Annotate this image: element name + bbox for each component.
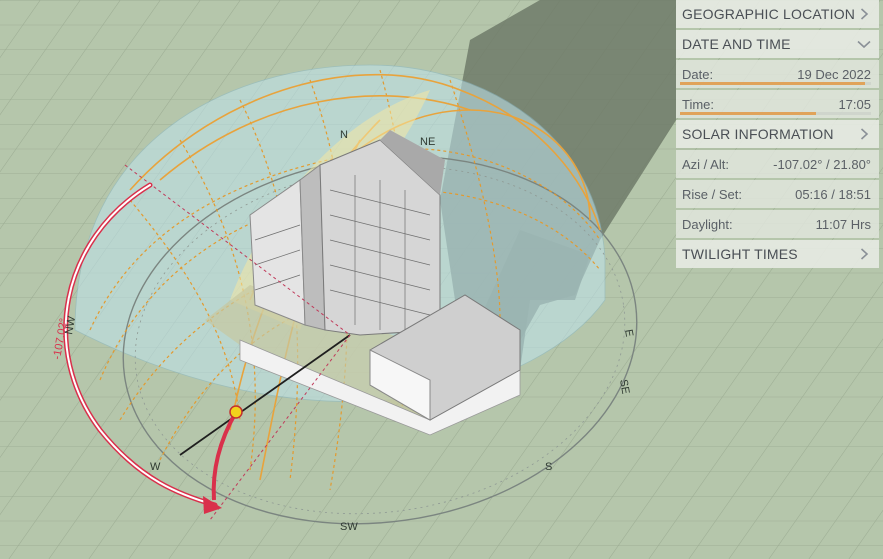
date-and-time-title: DATE AND TIME	[682, 36, 791, 52]
time-value: 17:05	[838, 96, 871, 112]
time-slider[interactable]	[680, 112, 871, 115]
twilight-times-title: TWILIGHT TIMES	[682, 246, 798, 262]
direction-label-ne: NE	[420, 136, 435, 148]
date-slider[interactable]	[680, 82, 871, 85]
twilight-times-header[interactable]: TWILIGHT TIMES	[676, 240, 879, 268]
daylight-label: Daylight:	[682, 216, 733, 232]
chevron-right-icon	[857, 127, 871, 141]
sun-position-marker[interactable]	[229, 405, 243, 419]
azi-alt-value: -107.02° / 21.80°	[773, 156, 871, 172]
daylight-row: Daylight: 11:07 Hrs	[676, 210, 879, 238]
direction-label-n: N	[340, 129, 348, 141]
date-label: Date:	[682, 66, 714, 82]
time-slider-fill	[680, 112, 816, 115]
rise-set-row: Rise / Set: 05:16 / 18:51	[676, 180, 879, 208]
time-row: Time: 17:05	[676, 90, 879, 118]
azi-alt-row: Azi / Alt: -107.02° / 21.80°	[676, 150, 879, 178]
time-label: Time:	[682, 96, 715, 112]
rise-set-label: Rise / Set:	[682, 186, 742, 202]
solar-information-header[interactable]: SOLAR INFORMATION	[676, 120, 879, 148]
date-slider-fill	[680, 82, 866, 85]
date-value: 19 Dec 2022	[797, 66, 871, 82]
rise-set-value: 05:16 / 18:51	[795, 186, 871, 202]
chevron-right-icon	[857, 7, 871, 21]
chevron-down-icon	[857, 37, 871, 51]
direction-label-sw: SW	[340, 521, 358, 533]
direction-label-w: W	[150, 461, 161, 473]
chevron-right-icon	[857, 247, 871, 261]
date-and-time-header[interactable]: DATE AND TIME	[676, 30, 879, 58]
sun-info-panel: GEOGRAPHIC LOCATION DATE AND TIME Date: …	[676, 0, 879, 268]
date-row: Date: 19 Dec 2022	[676, 60, 879, 88]
geographic-location-title: GEOGRAPHIC LOCATION	[682, 6, 856, 22]
daylight-value: 11:07 Hrs	[815, 216, 871, 232]
azi-alt-label: Azi / Alt:	[682, 156, 729, 172]
solar-information-title: SOLAR INFORMATION	[682, 126, 834, 142]
direction-label-se: SE	[617, 378, 631, 395]
geographic-location-header[interactable]: GEOGRAPHIC LOCATION	[676, 0, 879, 28]
direction-label-s: S	[545, 461, 552, 473]
